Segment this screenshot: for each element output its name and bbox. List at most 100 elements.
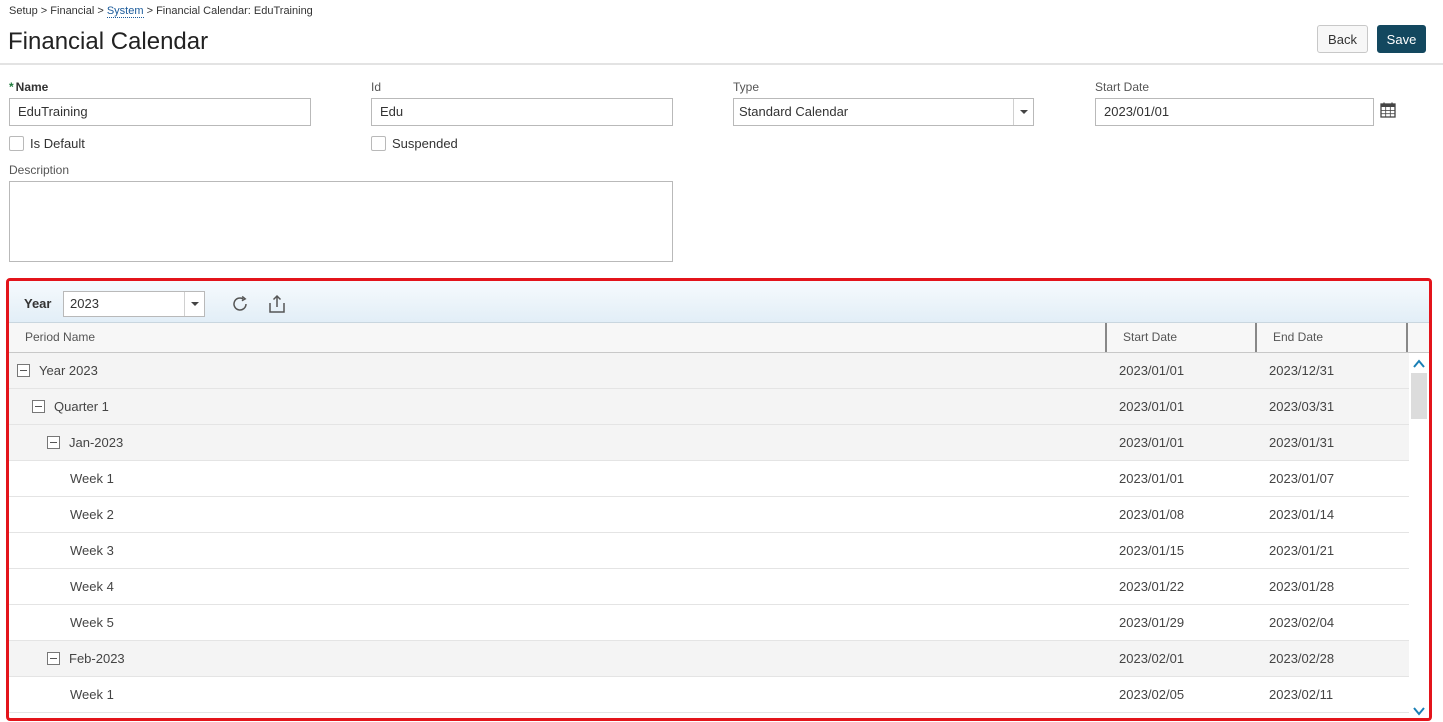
- minus-square-icon[interactable]: [47, 436, 60, 449]
- column-period-name[interactable]: Period Name: [25, 323, 95, 352]
- end-date-cell: 2023/02/11: [1269, 687, 1334, 702]
- start-date-field[interactable]: 2023/01/01: [1095, 98, 1374, 126]
- required-star: *: [9, 80, 14, 94]
- period-name-text: Week 1: [70, 471, 114, 486]
- start-date-cell: 2023/01/01: [1119, 399, 1185, 414]
- minus-square-icon[interactable]: [32, 400, 45, 413]
- type-select-value: Standard Calendar: [739, 104, 849, 119]
- is-default-label: Is Default: [30, 136, 85, 151]
- scrollbar-thumb[interactable]: [1411, 373, 1427, 419]
- chevron-down-icon[interactable]: [1013, 99, 1033, 125]
- type-label: Type: [733, 80, 760, 94]
- start-date-cell: 2023/01/08: [1119, 507, 1185, 522]
- end-date-cell: 2023/01/07: [1269, 471, 1335, 486]
- start-date-cell: 2023/01/01: [1119, 435, 1185, 450]
- grid-toolbar: Year 2023: [9, 281, 1429, 323]
- header-divider: [0, 63, 1443, 65]
- year-select-value: 2023: [70, 296, 99, 311]
- suspended-label: Suspended: [392, 136, 458, 151]
- name-field[interactable]: EduTraining: [9, 98, 311, 126]
- chevron-up-icon[interactable]: [1413, 359, 1425, 369]
- chevron-down-icon[interactable]: [1413, 706, 1425, 716]
- type-select[interactable]: Standard Calendar: [733, 98, 1034, 126]
- name-label: * Name: [9, 80, 48, 94]
- chevron-down-icon[interactable]: [184, 292, 204, 316]
- id-field[interactable]: Edu: [371, 98, 673, 126]
- table-row[interactable]: Week 2 2023/01/08 2023/01/14: [9, 497, 1409, 533]
- end-date-cell: 2023/01/21: [1269, 543, 1335, 558]
- vertical-scrollbar[interactable]: [1409, 353, 1429, 718]
- calendar-icon[interactable]: [1380, 102, 1396, 118]
- end-date-cell: 2023/01/28: [1269, 579, 1335, 594]
- is-default-row: Is Default: [9, 136, 85, 151]
- start-date-label: Start Date: [1095, 80, 1150, 94]
- table-row[interactable]: Feb-2023 2023/02/01 2023/02/28: [9, 641, 1409, 677]
- periods-grid: Year 2023 Period Name Start Date End Dat…: [6, 278, 1432, 721]
- start-date-cell: 2023/02/01: [1119, 651, 1185, 666]
- end-date-cell: 2023/02/04: [1269, 615, 1335, 630]
- end-date-cell: 2023/02/28: [1269, 651, 1335, 666]
- minus-square-icon[interactable]: [17, 364, 30, 377]
- is-default-checkbox[interactable]: [9, 136, 24, 151]
- table-row[interactable]: Week 1 2023/01/01 2023/01/07: [9, 461, 1409, 497]
- description-textarea[interactable]: [9, 181, 673, 262]
- breadcrumb-suffix: > Financial Calendar: EduTraining: [143, 5, 313, 17]
- period-name-cell: Week 5: [70, 605, 114, 640]
- start-date-cell: 2023/01/01: [1119, 471, 1185, 486]
- column-resize-handle[interactable]: [1105, 323, 1107, 352]
- end-date-cell: 2023/01/31: [1269, 435, 1335, 450]
- period-name-cell: Week 3: [70, 533, 114, 568]
- table-row[interactable]: Week 3 2023/01/15 2023/01/21: [9, 533, 1409, 569]
- grid-body: Year 2023 2023/01/01 2023/12/31 Quarter 1 20…: [9, 353, 1409, 718]
- column-start-date[interactable]: Start Date: [1123, 323, 1177, 352]
- table-row[interactable]: Quarter 1 2023/01/01 2023/03/31: [9, 389, 1409, 425]
- period-name-cell: Week 4: [70, 569, 114, 604]
- suspended-row: Suspended: [371, 136, 458, 151]
- period-name-text: Week 3: [70, 543, 114, 558]
- id-label: Id: [371, 80, 382, 94]
- period-name-text: Year 2023: [39, 363, 98, 378]
- period-name-text: Feb-2023: [69, 651, 125, 666]
- period-name-cell: Week 1: [70, 677, 114, 712]
- breadcrumb-prefix: Setup > Financial >: [9, 5, 107, 17]
- period-name-text: Quarter 1: [54, 399, 109, 414]
- grid-header: Period Name Start Date End Date: [9, 323, 1429, 353]
- period-name-text: Week 5: [70, 615, 114, 630]
- period-name-text: Jan-2023: [69, 435, 124, 450]
- year-label: Year: [24, 296, 52, 311]
- breadcrumb: Setup > Financial > System > Financial C…: [9, 5, 313, 18]
- start-date-cell: 2023/01/29: [1119, 615, 1185, 630]
- export-icon[interactable]: [267, 294, 287, 314]
- name-label-text: Name: [15, 80, 49, 94]
- period-name-cell: Week 1: [70, 461, 114, 496]
- description-label: Description: [9, 163, 70, 177]
- end-date-cell: 2023/12/31: [1269, 363, 1335, 378]
- start-date-cell: 2023/01/22: [1119, 579, 1185, 594]
- table-row[interactable]: Jan-2023 2023/01/01 2023/01/31: [9, 425, 1409, 461]
- period-name-text: Week 1: [70, 687, 114, 702]
- start-date-cell: 2023/01/15: [1119, 543, 1185, 558]
- table-row[interactable]: Year 2023 2023/01/01 2023/12/31: [9, 353, 1409, 389]
- save-button[interactable]: Save: [1377, 25, 1426, 53]
- minus-square-icon[interactable]: [47, 652, 60, 665]
- back-button[interactable]: Back: [1317, 25, 1368, 53]
- breadcrumb-link-system[interactable]: System: [106, 5, 144, 18]
- start-date-cell: 2023/01/01: [1119, 363, 1185, 378]
- column-end-date[interactable]: End Date: [1273, 323, 1323, 352]
- end-date-cell: 2023/01/14: [1269, 507, 1335, 522]
- page-title: Financial Calendar: [8, 28, 209, 55]
- year-select[interactable]: 2023: [63, 291, 205, 317]
- end-date-cell: 2023/03/31: [1269, 399, 1335, 414]
- table-row[interactable]: Week 5 2023/01/29 2023/02/04: [9, 605, 1409, 641]
- column-resize-handle[interactable]: [1255, 323, 1257, 352]
- period-name-text: Week 4: [70, 579, 114, 594]
- start-date-cell: 2023/02/05: [1119, 687, 1185, 702]
- column-resize-handle[interactable]: [1406, 323, 1408, 352]
- table-row[interactable]: Week 4 2023/01/22 2023/01/28: [9, 569, 1409, 605]
- suspended-checkbox[interactable]: [371, 136, 386, 151]
- period-name-text: Week 2: [70, 507, 114, 522]
- refresh-icon[interactable]: [230, 294, 250, 314]
- period-name-cell: Year 2023: [17, 353, 98, 388]
- period-name-cell: Jan-2023: [47, 425, 123, 460]
- table-row[interactable]: Week 1 2023/02/05 2023/02/11: [9, 677, 1409, 713]
